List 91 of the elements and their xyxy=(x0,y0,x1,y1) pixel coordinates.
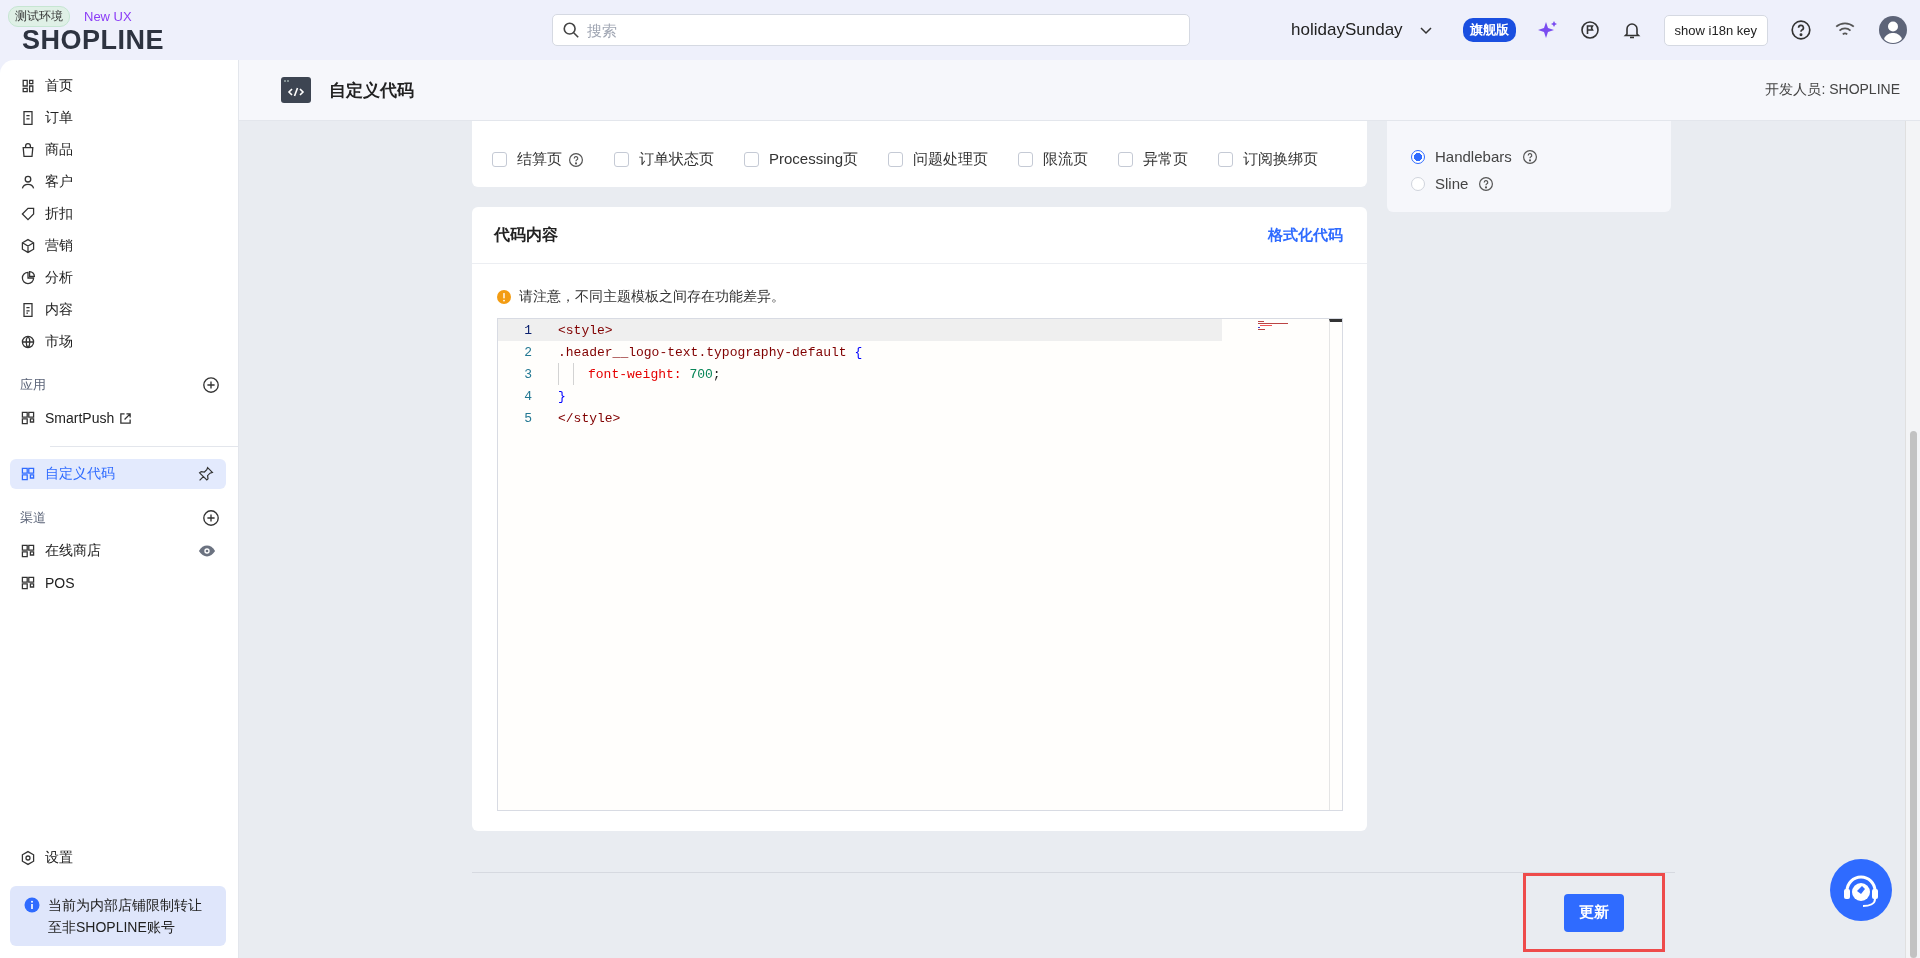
external-link-icon xyxy=(119,411,133,425)
checkbox-label[interactable]: 异常页 xyxy=(1143,150,1189,169)
card-title: 代码内容 xyxy=(494,224,558,245)
nav-item[interactable]: 商品 xyxy=(0,134,228,166)
code-line: } xyxy=(558,388,566,404)
line-number: 1 xyxy=(523,322,533,338)
checkbox-label[interactable]: 限流页 xyxy=(1043,150,1089,169)
update-button[interactable]: 更新 xyxy=(1564,893,1624,932)
avatar-icon[interactable] xyxy=(1878,15,1908,45)
warning-text: 请注意，不同主题模板之间存在功能差异。 xyxy=(519,288,785,306)
document-icon xyxy=(20,302,36,318)
checkbox-label[interactable]: 订阅换绑页 xyxy=(1243,150,1319,169)
search-icon xyxy=(562,21,580,39)
grid-icon xyxy=(20,410,36,426)
help-icon[interactable] xyxy=(1521,148,1538,165)
help-icon[interactable] xyxy=(568,151,584,168)
code-icon xyxy=(281,77,311,103)
nav-item[interactable]: 折扣 xyxy=(0,198,228,230)
add-icon[interactable] xyxy=(202,376,220,394)
grid-icon xyxy=(20,575,36,591)
line-number: 2 xyxy=(523,344,533,360)
section-title: 应用 xyxy=(20,376,46,394)
line-number: 4 xyxy=(523,388,533,404)
document-icon xyxy=(20,110,36,126)
nav-item[interactable]: 订单 xyxy=(0,102,228,134)
support-chat-icon[interactable] xyxy=(1830,859,1892,921)
info-icon xyxy=(24,897,40,913)
format-code-link[interactable]: 格式化代码 xyxy=(1268,225,1343,245)
editor-scrollbar[interactable] xyxy=(1329,319,1342,810)
code-editor[interactable]: 1 <style> 2 .header__logo-text.typography-default { 3 font-weight: 700; 4 } 5 </style> xyxy=(497,318,1343,811)
checkbox[interactable] xyxy=(888,152,904,167)
code-line: font-weight: 700; xyxy=(588,366,721,382)
settings-item[interactable]: 设置 xyxy=(0,842,228,874)
grid-icon xyxy=(20,466,36,482)
store-switcher[interactable]: holidaySunday xyxy=(1291,20,1433,40)
help-icon[interactable] xyxy=(1478,175,1495,192)
nav-item[interactable]: 分析 xyxy=(0,262,228,294)
plan-badge: 旗舰版 xyxy=(1462,18,1516,42)
radio-button[interactable] xyxy=(1411,149,1425,164)
settings-icon xyxy=(20,850,36,866)
pie-chart-icon xyxy=(20,270,36,286)
tag-icon xyxy=(20,206,36,222)
add-icon[interactable] xyxy=(202,509,220,527)
developer-label: 开发人员: SHOPLINE xyxy=(1765,81,1900,99)
checkbox-label[interactable]: Processing页 xyxy=(769,150,859,169)
code-line: .header__logo-text.typography-default { xyxy=(558,344,863,360)
nav-item[interactable]: 自定义代码 xyxy=(10,459,226,489)
search-field[interactable]: 搜索 xyxy=(552,14,1190,46)
checkbox[interactable] xyxy=(492,152,507,167)
code-line: </style> xyxy=(558,410,621,426)
nav-item[interactable]: POS xyxy=(0,567,228,599)
dashboard-icon xyxy=(20,78,36,94)
bag-icon xyxy=(20,142,36,158)
checkbox-label[interactable]: 结算页 xyxy=(517,150,562,169)
checkbox-label[interactable]: 订单状态页 xyxy=(639,150,714,169)
line-number: 5 xyxy=(523,410,533,426)
bell-icon[interactable] xyxy=(1621,20,1642,40)
nav-item[interactable]: 客户 xyxy=(0,166,228,198)
section-title: 渠道 xyxy=(20,509,46,527)
line-number: 3 xyxy=(523,366,533,382)
scrollbar-thumb[interactable] xyxy=(1910,431,1917,958)
checkbox[interactable] xyxy=(1118,152,1134,167)
grid-icon xyxy=(20,543,36,559)
nav-item[interactable]: 首页 xyxy=(0,70,228,102)
environment-tag: 测试环境 xyxy=(8,5,70,27)
ux-tag: New UX xyxy=(84,8,132,24)
globe-icon xyxy=(20,334,36,350)
page-title: 自定义代码 xyxy=(329,79,414,102)
pin-icon[interactable] xyxy=(198,466,214,482)
code-line: <style> xyxy=(558,322,613,338)
logo[interactable]: SHOPLINE xyxy=(8,26,165,54)
checkbox[interactable] xyxy=(744,152,759,167)
nav-item[interactable]: SmartPush xyxy=(0,402,228,434)
checkbox-label[interactable]: 问题处理页 xyxy=(913,150,989,169)
warning-icon xyxy=(497,290,511,304)
checkbox[interactable] xyxy=(1218,152,1234,167)
notice-text: 当前为内部店铺限制转让至非SHOPLINE账号 xyxy=(48,896,203,937)
radio-label[interactable]: Sline xyxy=(1435,175,1469,192)
nav-item[interactable]: 市场 xyxy=(0,326,228,358)
checkbox[interactable] xyxy=(614,152,629,167)
cube-icon xyxy=(20,238,36,254)
nav-item[interactable]: 在线商店 xyxy=(0,535,228,567)
radio-label[interactable]: Handlebars xyxy=(1435,148,1512,165)
person-icon xyxy=(20,174,36,190)
flag-icon[interactable] xyxy=(1579,20,1600,40)
sparkle-icon[interactable] xyxy=(1537,20,1558,40)
i18n-button[interactable]: show i18n key xyxy=(1663,14,1768,46)
help-icon[interactable] xyxy=(1790,19,1812,41)
nav-item[interactable]: 营销 xyxy=(0,230,228,262)
nav-item[interactable]: 内容 xyxy=(0,294,228,326)
checkbox[interactable] xyxy=(1018,152,1034,167)
